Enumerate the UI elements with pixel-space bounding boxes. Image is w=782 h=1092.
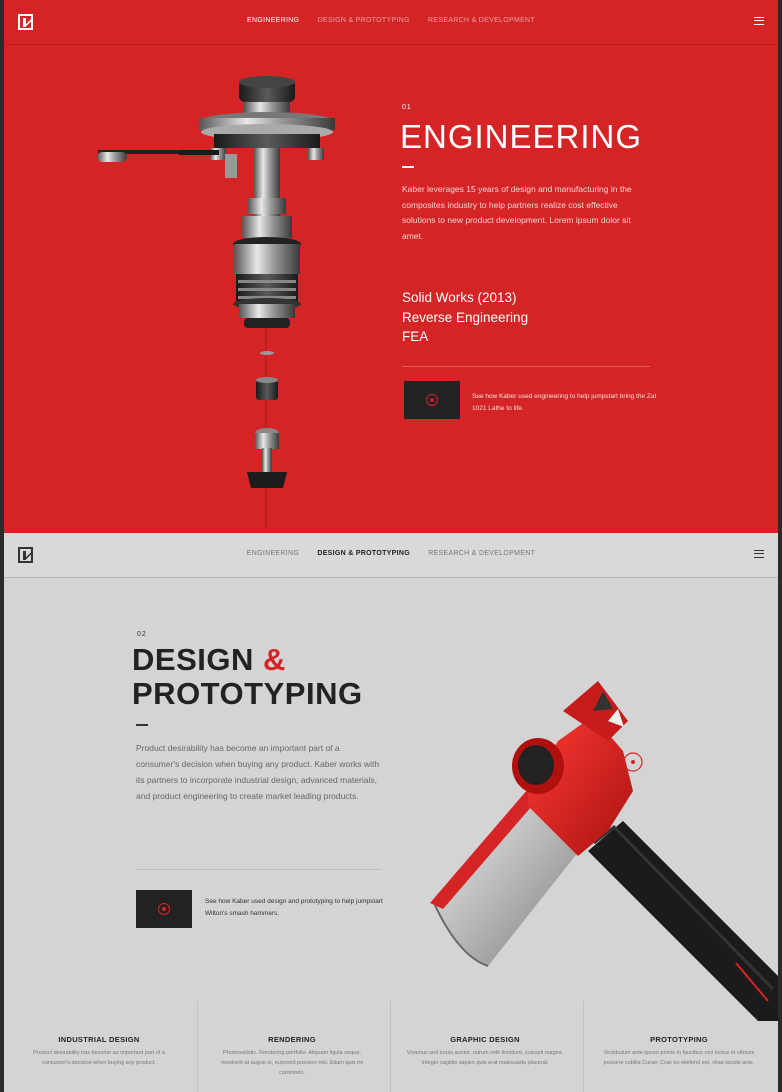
title-prototyping: PROTOTYPING [132,676,363,711]
section-number: 01 [402,104,412,111]
page-frame: ENGINEERING DESIGN & PROTOTYPING RESEARC… [4,0,778,1092]
nav-link-engineering[interactable]: ENGINEERING [247,17,299,24]
skill-item: FEA [402,329,429,344]
case-study-thumbnail[interactable] [136,890,192,928]
service-text: Photorealistic. Rendering portfolio. Ali… [221,1050,363,1076]
case-study-link[interactable]: See how Kaber used design and prototypin… [205,896,385,920]
nav-links: ENGINEERING DESIGN & PROTOTYPING RESEARC… [4,17,778,24]
skill-item: Solid Works (2013) [402,290,517,305]
title-design: DESIGN [132,642,263,677]
top-navbar: ENGINEERING DESIGN & PROTOTYPING RESEARC… [4,533,778,578]
hamburger-menu-icon[interactable] [754,550,764,558]
skills-list: Solid Works (2013) Reverse Engineering F… [402,288,528,347]
divider-line [402,366,650,367]
service-industrial-design: INDUSTRIAL DESIGN Product desirability h… [4,1001,194,1068]
case-study-link[interactable]: See how Kaber used engineering to help j… [472,391,657,415]
title-divider [136,724,148,726]
nav-link-design-prototyping[interactable]: DESIGN & PROTOTYPING [317,550,410,557]
nav-link-research-development[interactable]: RESEARCH & DEVELOPMENT [428,17,535,24]
section-number: 02 [137,631,147,638]
service-title: RENDERING [268,1035,316,1044]
title-divider [402,166,414,168]
title-ampersand: & [262,642,286,677]
service-text: Vivamus sed turpis auctor, rutrum velit … [406,1050,564,1066]
services-row: INDUSTRIAL DESIGN Product desirability h… [4,1001,778,1092]
engineering-section: ENGINEERING DESIGN & PROTOTYPING RESEARC… [4,0,778,533]
top-navbar: ENGINEERING DESIGN & PROTOTYPING RESEARC… [4,0,778,45]
service-title: PROTOTYPING [650,1035,708,1044]
service-rendering: RENDERING Photorealistic. Rendering port… [197,1001,387,1078]
hamburger-menu-icon[interactable] [754,17,764,25]
nav-link-engineering[interactable]: ENGINEERING [247,550,299,557]
service-graphic-design: GRAPHIC DESIGN Vivamus sed turpis auctor… [390,1001,580,1068]
axe-illustration [430,681,778,1021]
design-prototyping-section: ENGINEERING DESIGN & PROTOTYPING RESEARC… [4,533,778,1092]
service-prototyping: PROTOTYPING Vestibulum ante ipsum primis… [584,1001,774,1068]
service-title: GRAPHIC DESIGN [450,1035,520,1044]
section-description: Product desirability has become an impor… [136,743,380,801]
engineering-part-illustration [97,76,335,528]
nav-links: ENGINEERING DESIGN & PROTOTYPING RESEARC… [4,550,778,557]
section-title: DESIGN & PROTOTYPING [132,643,363,711]
section-description: Kaber leverages 15 years of design and m… [402,184,632,241]
service-title: INDUSTRIAL DESIGN [58,1035,140,1044]
nav-link-research-development[interactable]: RESEARCH & DEVELOPMENT [428,550,535,557]
nav-link-design-prototyping[interactable]: DESIGN & PROTOTYPING [318,17,410,24]
service-text: Product desirability has become an impor… [33,1050,165,1066]
skill-item: Reverse Engineering [402,309,529,325]
section-title: ENGINEERING [400,118,643,155]
service-text: Vestibulum ante ipsum primis in faucibus… [603,1050,755,1066]
case-study-thumbnail[interactable] [404,381,460,419]
divider-line [136,869,382,870]
